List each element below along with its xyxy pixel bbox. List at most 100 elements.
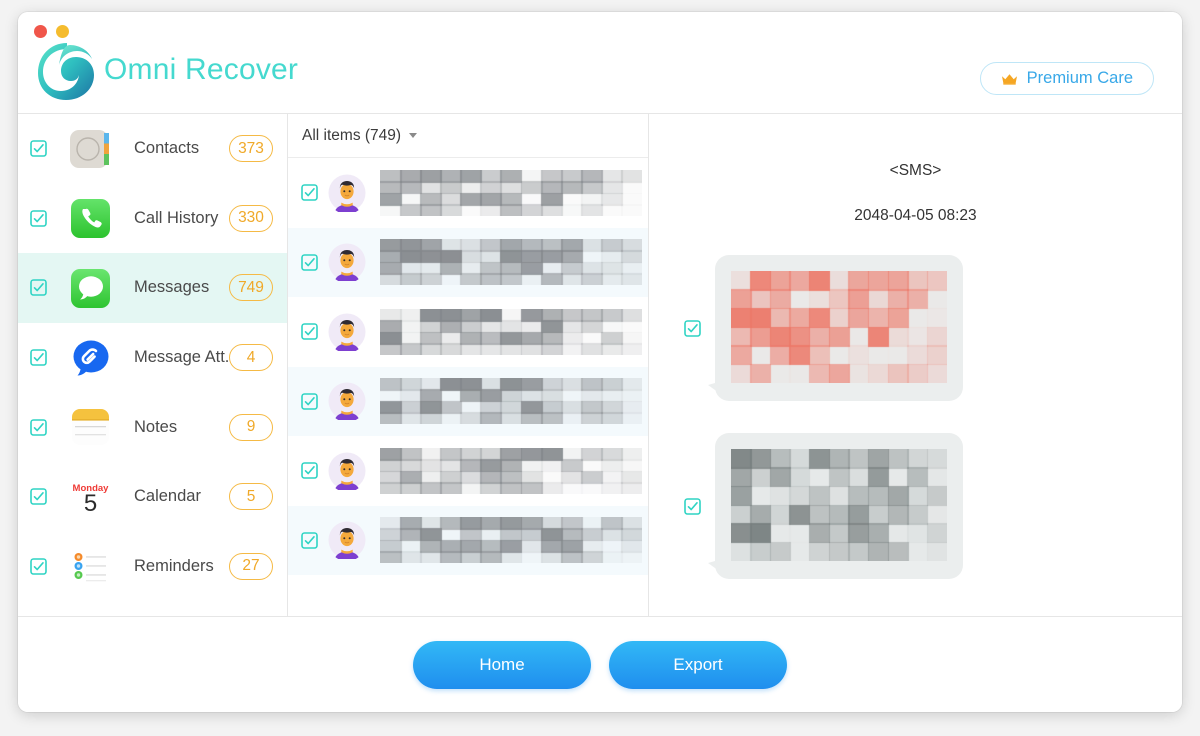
redacted-preview (380, 169, 648, 216)
premium-care-button[interactable]: Premium Care (979, 62, 1154, 95)
redacted-preview (380, 517, 648, 564)
title-bar: Omni Recover Premium Care (18, 12, 1182, 114)
message-detail-pane: <SMS> 2048-04-05 08:23 (649, 114, 1182, 616)
list-filter-label: All items (749) (302, 126, 402, 144)
sidebar-item-message-attachments[interactable]: Message Att... 4 (18, 323, 287, 393)
message-list[interactable] (288, 158, 648, 616)
checkbox-calendar[interactable] (30, 488, 56, 506)
person-avatar (328, 243, 366, 284)
message-bubble-icon (64, 265, 118, 311)
redacted-message-content (731, 449, 947, 561)
checkbox-message-attachments[interactable] (30, 349, 56, 366)
redacted-message-content (731, 271, 947, 383)
redacted-preview (380, 239, 648, 286)
list-item-checkbox[interactable] (294, 531, 324, 549)
sidebar-label-calendar: Calendar (134, 487, 201, 506)
person-avatar (328, 313, 366, 353)
checkbox-icon[interactable] (300, 462, 318, 480)
export-button[interactable]: Export (609, 640, 787, 689)
calendar-icon: Monday 5 (64, 474, 118, 520)
chevron-down-icon (409, 133, 418, 138)
sidebar-item-messages[interactable]: Messages 749 (18, 253, 287, 323)
app-window: Omni Recover Premium Care Contacts 373 C… (18, 12, 1182, 712)
app-logo: Omni Recover (34, 40, 298, 102)
window-controls (34, 25, 69, 38)
redacted-preview (380, 378, 648, 425)
app-name: Omni Recover (104, 53, 299, 86)
crown-icon (1001, 73, 1017, 85)
sidebar-label-contacts: Contacts (134, 139, 200, 158)
avatar (328, 452, 366, 492)
avatar (328, 521, 366, 562)
sidebar: Contacts 373 Call History 330 Messages 7… (18, 114, 288, 616)
sidebar-item-notes[interactable]: Notes 9 (18, 392, 287, 462)
sidebar-count-call-history: 330 (229, 204, 273, 232)
sidebar-count-messages: 749 (229, 274, 273, 302)
list-item-checkbox[interactable] (294, 323, 324, 341)
sidebar-label-message-attachments: Message Att... (134, 348, 229, 367)
list-item-checkbox[interactable] (294, 253, 324, 271)
person-avatar (328, 452, 366, 492)
checkbox-contacts[interactable] (30, 140, 56, 158)
sidebar-count-message-attachments: 4 (229, 344, 273, 372)
list-filter-dropdown[interactable]: All items (749) (288, 114, 648, 158)
sms-type-label: <SMS> (889, 162, 942, 179)
avatar (328, 313, 366, 353)
list-item-checkbox[interactable] (294, 184, 324, 202)
sidebar-item-reminders[interactable]: Reminders 27 (18, 532, 287, 602)
list-item-checkbox[interactable] (294, 392, 324, 410)
avatar (328, 243, 366, 284)
checkbox-icon[interactable] (300, 392, 318, 410)
checkbox-reminders[interactable] (30, 558, 56, 575)
message-checkbox[interactable] (669, 319, 715, 337)
list-item[interactable] (288, 436, 648, 506)
person-avatar (328, 382, 366, 423)
calendar-day: 5 (84, 490, 97, 517)
checkbox-icon[interactable] (300, 253, 318, 271)
list-item-checkbox[interactable] (294, 462, 324, 480)
sidebar-item-calendar[interactable]: Monday 5 Calendar 5 (18, 462, 287, 532)
home-button[interactable]: Home (413, 640, 591, 689)
checkbox-icon[interactable] (300, 531, 318, 549)
message-bubble[interactable] (708, 433, 963, 579)
checkbox-messages[interactable] (30, 279, 56, 297)
list-item[interactable] (288, 158, 648, 228)
list-item[interactable] (288, 366, 648, 436)
footer-toolbar: Home Export (18, 616, 1182, 712)
redacted-preview (380, 308, 648, 355)
checkbox-icon[interactable] (683, 319, 701, 337)
person-avatar (328, 174, 366, 214)
message-row (649, 255, 1182, 401)
reminders-icon (64, 543, 118, 589)
checkbox-icon[interactable] (300, 323, 318, 341)
sidebar-item-contacts[interactable]: Contacts 373 (18, 114, 287, 184)
avatar (328, 382, 366, 423)
list-item[interactable] (288, 297, 648, 367)
sidebar-label-notes: Notes (134, 417, 178, 436)
checkbox-icon[interactable] (300, 184, 318, 202)
sidebar-item-call-history[interactable]: Call History 330 (18, 184, 287, 254)
message-bubble-list (649, 255, 1182, 579)
message-row (649, 433, 1182, 579)
sidebar-count-calendar: 5 (229, 483, 273, 511)
sidebar-label-reminders: Reminders (134, 556, 214, 575)
checkbox-icon[interactable] (683, 497, 701, 515)
sidebar-count-notes: 9 (229, 413, 273, 441)
minimize-button[interactable] (56, 25, 69, 38)
sidebar-count-reminders: 27 (229, 552, 273, 580)
sidebar-count-contacts: 373 (229, 135, 273, 163)
contacts-icon (64, 126, 118, 172)
list-item[interactable] (288, 227, 648, 297)
premium-care-label: Premium Care (1026, 69, 1133, 87)
person-avatar (328, 521, 366, 562)
sidebar-label-call-history: Call History (134, 208, 219, 227)
close-button[interactable] (34, 25, 47, 38)
list-item[interactable] (288, 505, 648, 575)
attachment-bubble-icon (64, 335, 118, 381)
checkbox-call-history[interactable] (30, 210, 56, 227)
checkbox-notes[interactable] (30, 418, 56, 436)
notes-icon (64, 404, 118, 450)
sms-timestamp: 2048-04-05 08:23 (854, 207, 977, 224)
message-checkbox[interactable] (669, 497, 715, 515)
message-bubble[interactable] (708, 255, 963, 401)
